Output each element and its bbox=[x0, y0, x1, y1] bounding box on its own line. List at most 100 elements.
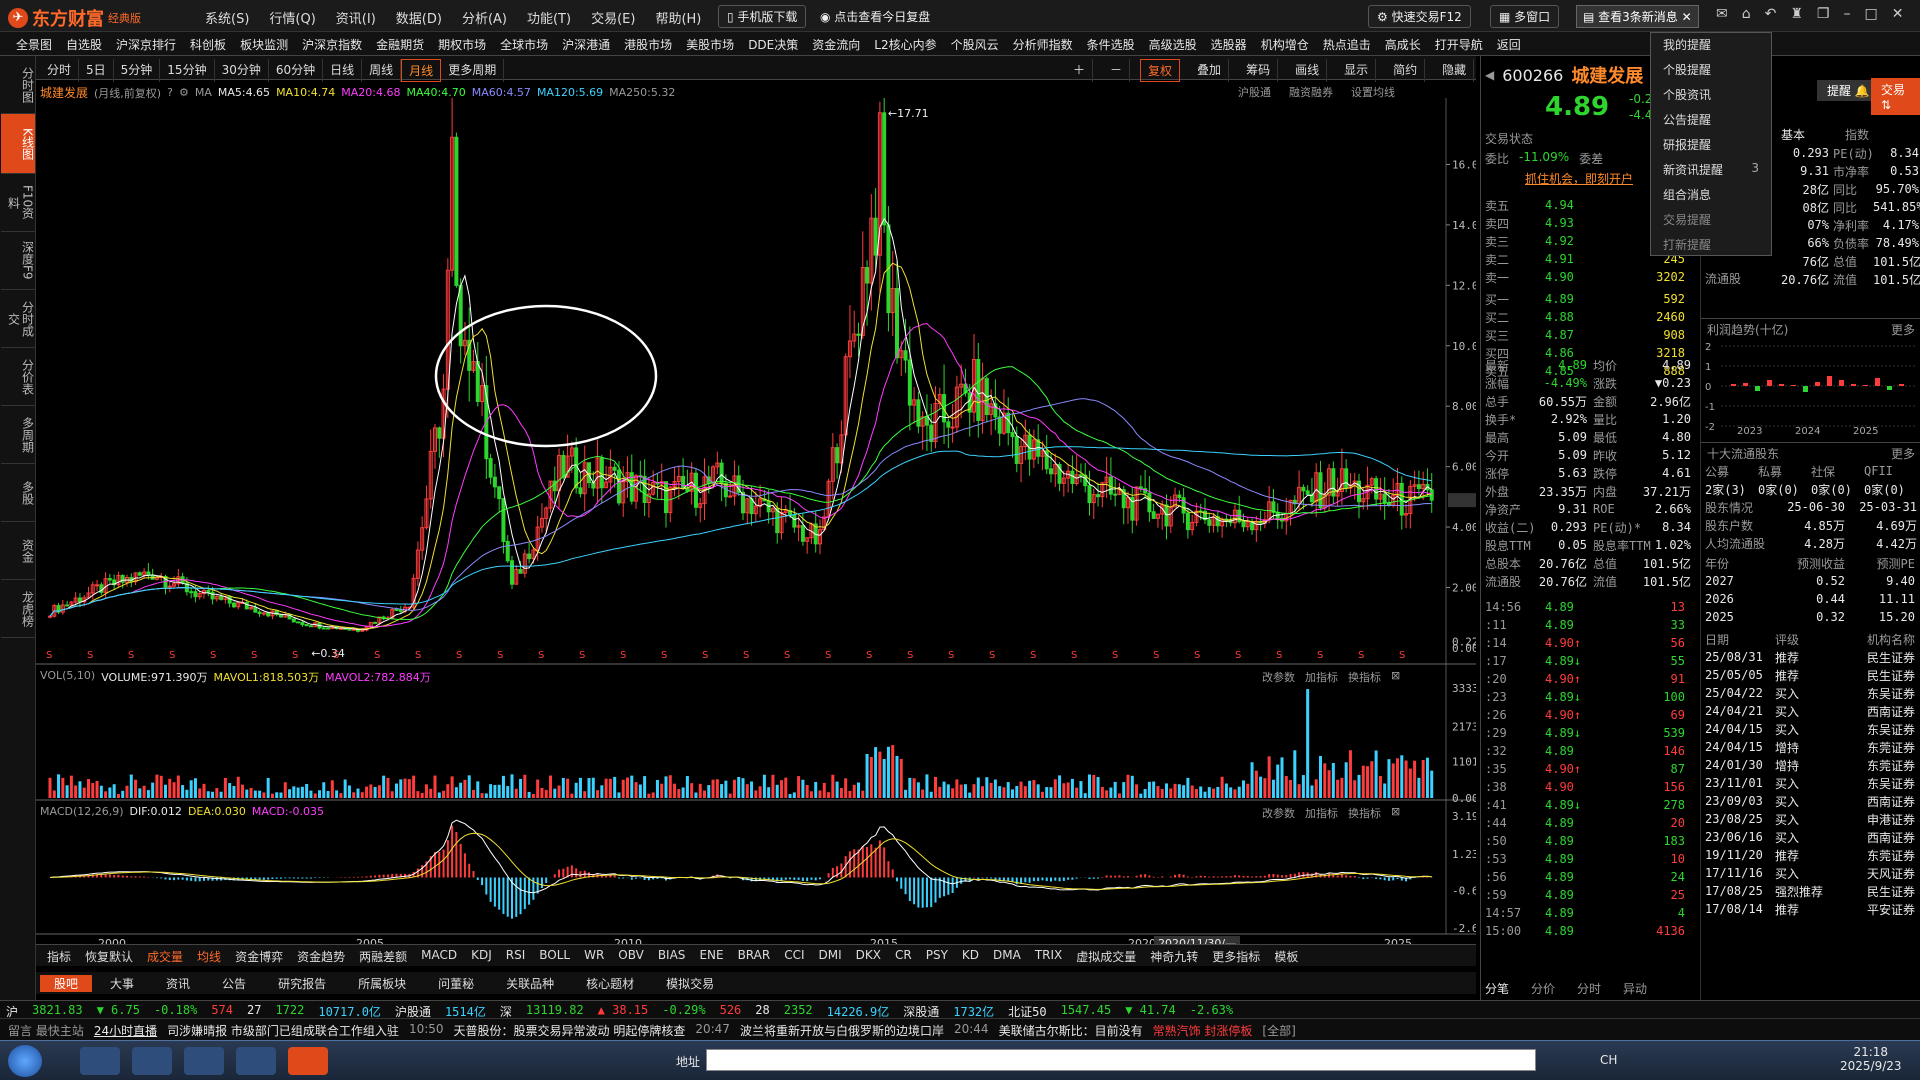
period-tab[interactable]: 更多周期 bbox=[441, 59, 505, 82]
news-tab[interactable]: 股吧 bbox=[40, 975, 93, 992]
open-account-link[interactable]: 抓住机会，即刻开户 bbox=[1525, 170, 1633, 187]
new-message-button[interactable]: ▤ 查看3条新消息 ✕ bbox=[1576, 5, 1699, 28]
app-logo[interactable]: ✈ 东方财富 经典版 bbox=[8, 5, 141, 31]
indicator-tab[interactable]: BOLL bbox=[532, 948, 577, 965]
vol-swap-link[interactable]: 换指标 bbox=[1348, 669, 1381, 685]
nav-item[interactable]: 打开导航 bbox=[1435, 36, 1483, 53]
macd-close-icon[interactable]: ⊠ bbox=[1391, 805, 1400, 821]
nav-item[interactable]: 金融期货 bbox=[376, 36, 424, 53]
left-tab[interactable]: 分价表 bbox=[0, 348, 35, 406]
eastmoney-taskbar-icon[interactable] bbox=[288, 1047, 328, 1075]
zoom-in-button[interactable]: ＋ bbox=[1066, 59, 1094, 82]
left-tab[interactable]: 龙虎榜 bbox=[0, 580, 35, 638]
period-tab[interactable]: 30分钟 bbox=[215, 59, 269, 82]
nav-item[interactable]: 沪深港通 bbox=[562, 36, 610, 53]
nav-item[interactable]: 返回 bbox=[1497, 36, 1521, 53]
nav-item[interactable]: 沪深京排行 bbox=[116, 36, 176, 53]
left-tab[interactable]: 深度F9 bbox=[0, 232, 35, 290]
nav-item[interactable]: 分析师指数 bbox=[1013, 36, 1073, 53]
rating-row[interactable]: 23/11/01 买入 东吴证券 bbox=[1705, 774, 1917, 792]
indicator-tab[interactable]: 神奇九转 bbox=[1143, 948, 1205, 965]
nav-item[interactable]: 板块监测 bbox=[240, 36, 288, 53]
rating-row[interactable]: 25/08/31 推荐 民生证券 bbox=[1705, 648, 1917, 666]
multi-window-button[interactable]: ▦ 多窗口 bbox=[1490, 5, 1560, 28]
news-tab[interactable]: 所属板块 bbox=[344, 975, 420, 992]
indicator-tab[interactable]: RSI bbox=[499, 948, 533, 965]
indicator-tab[interactable]: BIAS bbox=[651, 948, 693, 965]
indicator-tab[interactable]: TRIX bbox=[1028, 948, 1069, 965]
indicator-tab[interactable]: WR bbox=[577, 948, 611, 965]
nav-item[interactable]: 沪深京指数 bbox=[302, 36, 362, 53]
indicator-tab[interactable]: PSY bbox=[919, 948, 955, 965]
tab-basic[interactable]: 基本 bbox=[1781, 126, 1805, 143]
indicator-tab[interactable]: CR bbox=[888, 948, 919, 965]
nav-item[interactable]: 科创板 bbox=[190, 36, 226, 53]
lang-indicator[interactable]: CH bbox=[1600, 1053, 1617, 1067]
rating-row[interactable]: 23/08/25 买入 申港证券 bbox=[1705, 810, 1917, 828]
dropdown-item[interactable]: 个股资讯 bbox=[1651, 83, 1771, 108]
start-icon[interactable] bbox=[8, 1045, 42, 1077]
simple-button[interactable]: 简约 bbox=[1386, 59, 1426, 82]
period-tab[interactable]: 5分钟 bbox=[114, 59, 161, 82]
rating-row[interactable]: 25/05/05 推荐 民生证券 bbox=[1705, 666, 1917, 684]
dropdown-item[interactable]: 新资讯提醒 3 bbox=[1651, 158, 1771, 183]
dropdown-item[interactable]: 我的提醒 bbox=[1651, 33, 1771, 58]
daily-review-button[interactable]: ◉ 点击查看今日复盘 bbox=[820, 8, 930, 25]
vol-add-link[interactable]: 加指标 bbox=[1305, 669, 1338, 685]
indicator-tab[interactable]: CCI bbox=[777, 948, 811, 965]
rating-row[interactable]: 24/04/21 买入 西南证券 bbox=[1705, 702, 1917, 720]
trade-button[interactable]: 交易 ⇅ bbox=[1871, 78, 1920, 115]
nav-item[interactable]: L2核心内参 bbox=[874, 36, 936, 53]
dropdown-item[interactable]: 研报提醒 bbox=[1651, 133, 1771, 158]
indicator-tab[interactable]: 指标 bbox=[40, 948, 78, 965]
rating-row[interactable]: 25/04/22 买入 东吴证券 bbox=[1705, 684, 1917, 702]
tick-tab[interactable]: 分价 bbox=[1531, 980, 1555, 997]
left-tab[interactable]: 资金 bbox=[0, 522, 35, 580]
nav-item[interactable]: 选股器 bbox=[1211, 36, 1247, 53]
draw-button[interactable]: 画线 bbox=[1288, 59, 1328, 82]
tick-tab[interactable]: 异动 bbox=[1623, 980, 1647, 997]
menu-trade[interactable]: 交易(E) bbox=[591, 8, 635, 27]
period-tab[interactable]: 月线 bbox=[401, 59, 442, 82]
dropdown-item[interactable]: 个股提醒 bbox=[1651, 58, 1771, 83]
rating-row[interactable]: 19/11/20 推荐 东莞证券 bbox=[1705, 846, 1917, 864]
indicator-tab[interactable]: 恢复默认 bbox=[78, 948, 140, 965]
indicator-tab[interactable]: KD bbox=[955, 948, 986, 965]
rating-row[interactable]: 23/09/03 买入 西南证券 bbox=[1705, 792, 1917, 810]
adjust-button[interactable]: 复权 bbox=[1140, 59, 1181, 82]
period-tab[interactable]: 周线 bbox=[362, 59, 402, 82]
menu-function[interactable]: 功能(T) bbox=[527, 8, 571, 27]
period-tab[interactable]: 分时 bbox=[40, 59, 80, 82]
dropdown-item[interactable]: 公告提醒 bbox=[1651, 108, 1771, 133]
indicator-tab[interactable]: 成交量 bbox=[140, 948, 190, 965]
window-controls[interactable]: ✉⌂↶♜❐–□✕ bbox=[1716, 6, 1917, 22]
tick-tab[interactable]: 分时 bbox=[1577, 980, 1601, 997]
left-tab[interactable]: K线图 bbox=[0, 114, 35, 174]
quick-trade-button[interactable]: ⚙ 快速交易F12 bbox=[1368, 5, 1471, 28]
rating-row[interactable]: 17/08/25 强烈推荐 民生证券 bbox=[1705, 882, 1917, 900]
indicator-tab[interactable]: 虚拟成交量 bbox=[1069, 948, 1143, 965]
nav-item[interactable]: 高级选股 bbox=[1149, 36, 1197, 53]
dropdown-item[interactable]: 组合消息 bbox=[1651, 183, 1771, 208]
nav-item[interactable]: 全球市场 bbox=[500, 36, 548, 53]
left-tab[interactable]: 分时图 bbox=[0, 56, 35, 114]
left-tab[interactable]: 分时成交 bbox=[0, 290, 35, 348]
menu-data[interactable]: 数据(D) bbox=[396, 8, 442, 27]
nav-item[interactable]: 港股市场 bbox=[624, 36, 672, 53]
rating-row[interactable]: 17/08/14 推荐 平安证券 bbox=[1705, 900, 1917, 918]
left-tab[interactable]: 多周期 bbox=[0, 406, 35, 464]
indicator-tab[interactable]: OBV bbox=[611, 948, 651, 965]
indicator-tab[interactable]: BRAR bbox=[731, 948, 778, 965]
period-tab[interactable]: 60分钟 bbox=[269, 59, 324, 82]
tab-index[interactable]: 指数 bbox=[1845, 126, 1869, 143]
nav-item[interactable]: 资金流向 bbox=[812, 36, 860, 53]
indicator-tab[interactable]: MACD bbox=[414, 948, 464, 965]
indicator-tab[interactable]: KDJ bbox=[464, 948, 499, 965]
calculator-icon[interactable] bbox=[236, 1047, 276, 1075]
nav-item[interactable]: 自选股 bbox=[66, 36, 102, 53]
indicator-tab[interactable]: 更多指标 bbox=[1205, 948, 1267, 965]
news-tab[interactable]: 大事 bbox=[96, 975, 148, 992]
menu-info[interactable]: 资讯(I) bbox=[336, 8, 376, 27]
indicator-tab[interactable]: DKX bbox=[849, 948, 888, 965]
rating-row[interactable]: 17/11/16 买入 天风证券 bbox=[1705, 864, 1917, 882]
